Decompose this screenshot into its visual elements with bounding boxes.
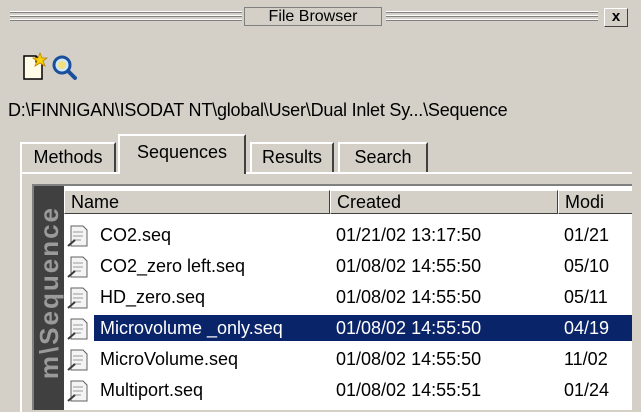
file-modified: 05/10 bbox=[564, 256, 610, 276]
sequence-file-icon bbox=[66, 286, 90, 310]
file-row[interactable]: Microvolume _only.seq 01/08/02 14:55:50 04… bbox=[64, 313, 632, 343]
tab-methods[interactable]: Methods bbox=[20, 142, 116, 172]
file-created: 01/08/02 14:55:50 bbox=[336, 318, 482, 338]
file-modified: 05/11 bbox=[564, 287, 608, 307]
current-path: D:\FINNIGAN\ISODAT NT\global\User\Dual I… bbox=[8, 100, 508, 120]
side-strip-label: m\Sequence bbox=[34, 206, 64, 380]
sequence-file-icon bbox=[66, 317, 90, 341]
new-document-icon[interactable] bbox=[20, 51, 49, 82]
panel-titlebar[interactable]: File Browser x bbox=[8, 6, 632, 28]
file-row[interactable]: HD_zero.seq 01/08/02 14:55:50 05/11 bbox=[64, 282, 632, 312]
file-row[interactable]: CO2_zero left.seq 01/08/02 14:55:50 05/10 bbox=[64, 251, 632, 281]
column-header-modified[interactable]: Modi bbox=[558, 190, 632, 214]
column-header-created[interactable]: Created bbox=[330, 190, 558, 214]
file-name: Multiport.seq bbox=[100, 380, 204, 400]
file-modified: 01/24 bbox=[564, 380, 610, 400]
titlebar-grip-right bbox=[386, 11, 598, 23]
file-row[interactable]: CO2.seq 01/21/02 13:17:50 01/21 bbox=[64, 220, 632, 250]
file-created: 01/21/02 13:17:50 bbox=[336, 225, 482, 245]
file-modified: 11/02 bbox=[564, 349, 608, 369]
file-name: CO2_zero left.seq bbox=[100, 256, 246, 276]
file-created: 01/08/02 14:55:50 bbox=[336, 287, 482, 307]
file-created: 01/08/02 14:55:50 bbox=[336, 256, 482, 276]
close-button[interactable]: x bbox=[604, 8, 628, 27]
magnifier-icon[interactable] bbox=[50, 52, 78, 82]
file-name: HD_zero.seq bbox=[100, 287, 206, 307]
file-created: 01/08/02 14:55:51 bbox=[336, 380, 482, 400]
titlebar-grip-left bbox=[10, 11, 242, 23]
file-list[interactable]: m\Sequence Name Created Modi CO2.seq 01/2… bbox=[32, 184, 632, 410]
file-row[interactable]: MicroVolume.seq 01/08/02 14:55:50 11/02 bbox=[64, 344, 632, 374]
tab-sequences[interactable]: Sequences bbox=[118, 134, 246, 174]
file-name: Microvolume _only.seq bbox=[100, 318, 283, 338]
sequence-file-icon bbox=[66, 224, 90, 248]
file-created: 01/08/02 14:55:50 bbox=[336, 349, 482, 369]
file-modified: 01/21 bbox=[564, 225, 610, 245]
sequence-file-icon bbox=[66, 379, 90, 403]
sequence-file-icon bbox=[66, 348, 90, 372]
column-header-row: Name Created Modi bbox=[64, 190, 632, 214]
tab-search[interactable]: Search bbox=[338, 142, 428, 172]
column-header-name[interactable]: Name bbox=[64, 190, 330, 214]
tab-results[interactable]: Results bbox=[250, 142, 334, 172]
side-strip: m\Sequence bbox=[34, 186, 64, 410]
file-name: MicroVolume.seq bbox=[100, 349, 239, 369]
file-name: CO2.seq bbox=[100, 225, 172, 245]
panel-title: File Browser bbox=[244, 7, 382, 26]
sequence-file-icon bbox=[66, 255, 90, 279]
file-row[interactable]: Multiport.seq 01/08/02 14:55:51 01/24 bbox=[64, 375, 632, 405]
file-modified: 04/19 bbox=[564, 318, 610, 338]
